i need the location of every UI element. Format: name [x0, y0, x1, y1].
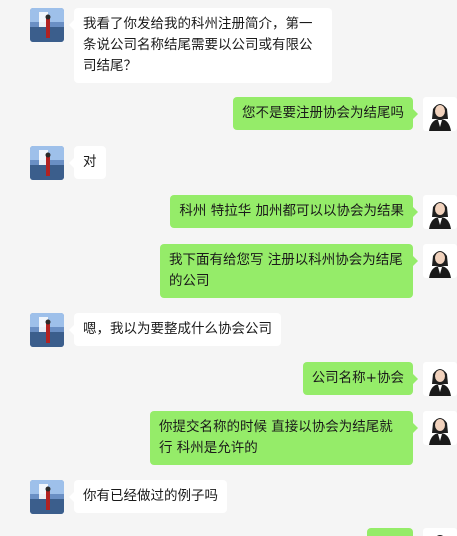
message-bubble[interactable]: 公司名称+协会	[302, 362, 419, 395]
landscape-avatar-icon	[30, 8, 64, 42]
message-row-outgoing: 我下面有给您写 注册以科州协会为结尾的公司	[160, 244, 457, 298]
user-avatar[interactable]	[423, 244, 457, 278]
message-bubble[interactable]: 嗯，我以为要整成什么协会公司	[69, 313, 281, 346]
message-bubble[interactable]: 对	[69, 146, 106, 179]
user-avatar[interactable]	[423, 97, 457, 131]
message-bubble[interactable]	[367, 528, 413, 536]
user-avatar[interactable]	[423, 411, 457, 445]
businesswoman-avatar-icon	[423, 244, 457, 278]
contact-avatar[interactable]	[30, 313, 64, 347]
message-bubble[interactable]: 科州 特拉华 加州都可以以协会为结果	[170, 195, 418, 228]
message-row-outgoing: 科州 特拉华 加州都可以以协会为结果	[170, 195, 457, 229]
user-avatar[interactable]	[423, 362, 457, 396]
message-row-incoming: 对	[30, 146, 106, 180]
businesswoman-avatar-icon	[423, 528, 457, 536]
message-row-outgoing: 公司名称+协会	[302, 362, 457, 396]
message-bubble[interactable]: 您不是要注册协会为结尾吗	[233, 97, 418, 130]
businesswoman-avatar-icon	[423, 97, 457, 131]
businesswoman-avatar-icon	[423, 362, 457, 396]
contact-avatar[interactable]	[30, 480, 64, 514]
contact-avatar[interactable]	[30, 146, 64, 180]
message-row-incoming: 嗯，我以为要整成什么协会公司	[30, 313, 281, 347]
message-bubble[interactable]: 你有已经做过的例子吗	[69, 480, 227, 513]
chat-message-list[interactable]: 我看了你发给我的科州注册简介，第一条说公司名称结尾需要以公司或有限公司结尾？ 您…	[0, 0, 457, 536]
message-bubble[interactable]: 我看了你发给我的科州注册简介，第一条说公司名称结尾需要以公司或有限公司结尾？	[69, 8, 332, 83]
user-avatar[interactable]	[423, 195, 457, 229]
businesswoman-avatar-icon	[423, 195, 457, 229]
landscape-avatar-icon	[30, 313, 64, 347]
message-row-incoming: 我看了你发给我的科州注册简介，第一条说公司名称结尾需要以公司或有限公司结尾？	[30, 8, 332, 83]
landscape-avatar-icon	[30, 480, 64, 514]
message-bubble[interactable]: 我下面有给您写 注册以科州协会为结尾的公司	[160, 244, 418, 298]
contact-avatar[interactable]	[30, 8, 64, 42]
businesswoman-avatar-icon	[423, 411, 457, 445]
message-bubble[interactable]: 你提交名称的时候 直接以协会为结尾就行 科州是允许的	[150, 411, 418, 465]
message-row-incoming: 你有已经做过的例子吗	[30, 480, 227, 514]
message-row-outgoing: 您不是要注册协会为结尾吗	[233, 97, 457, 131]
landscape-avatar-icon	[30, 146, 64, 180]
message-row-outgoing	[367, 528, 457, 536]
message-row-outgoing: 你提交名称的时候 直接以协会为结尾就行 科州是允许的	[150, 411, 457, 465]
user-avatar[interactable]	[423, 528, 457, 536]
